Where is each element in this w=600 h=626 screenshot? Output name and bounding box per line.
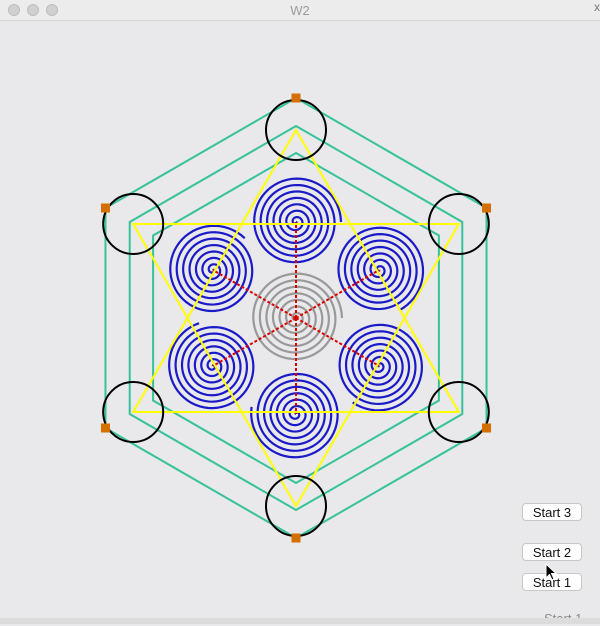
outer-spiral-1 xyxy=(253,177,343,264)
outer-spiral-3 xyxy=(338,323,423,412)
edge-glyph: x xyxy=(594,0,600,14)
vertex-handle-6 xyxy=(100,203,110,213)
outer-spiral-6 xyxy=(169,224,254,313)
start-3-button[interactable]: Start 3 xyxy=(522,503,582,521)
outer-spiral-5 xyxy=(168,322,255,410)
vertex-handle-1 xyxy=(291,93,301,103)
vertex-handle-3 xyxy=(482,423,492,433)
title-bar: W2 x xyxy=(0,0,600,21)
bottom-strip xyxy=(0,618,600,624)
window-title: W2 xyxy=(290,3,310,18)
start-2-button[interactable]: Start 2 xyxy=(522,543,582,561)
vertex-handle-5 xyxy=(100,423,110,433)
cursor-icon xyxy=(545,563,558,581)
outer-spiral-2 xyxy=(337,226,425,312)
vertex-handle-2 xyxy=(482,203,492,213)
vertex-handle-4 xyxy=(291,533,301,543)
drawing-canvas xyxy=(100,93,492,543)
outer-spiral-4 xyxy=(250,372,339,459)
